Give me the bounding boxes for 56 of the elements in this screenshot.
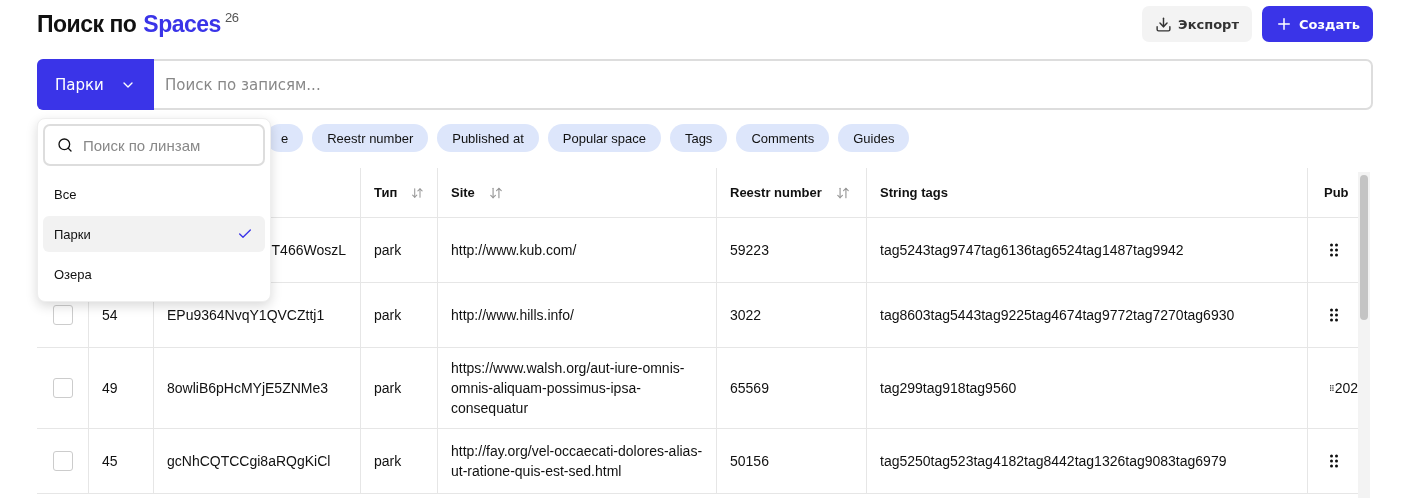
sort-icon[interactable] [411,185,424,200]
column-header[interactable]: Reestr number [716,168,866,218]
row-number: 49 [102,379,118,398]
table-cell-text: gcNhCQTCCgi8aRQgKiCl [167,452,331,471]
menu-item[interactable]: Все [43,176,265,212]
table-cell-text: 8owliB6pHcMYjE5ZNMe3 [167,379,329,398]
scrollbar[interactable] [1358,172,1370,498]
table-cell-text: tag5250tag523tag4182tag8442tag1326tag9083tag6979 [880,452,1227,471]
export-button[interactable]: Экспорт [1142,6,1252,42]
sort-icon[interactable] [835,185,850,200]
table-cell-text: park [374,306,402,325]
table-cell-text: http://www.kub.com/ [451,241,577,260]
search-icon [57,137,73,153]
column-chip[interactable]: Tags [669,124,728,152]
table-cell-text: tag5243tag9747tag6136tag6524tag1487tag9942 [880,241,1184,260]
download-icon [1155,15,1173,33]
column-chip[interactable]: Popular space [547,124,661,152]
column-header[interactable]: Site [437,168,716,218]
table-cell-text: T466WoszL [271,241,346,260]
page-title: Поиск по Spaces $^{26}$ [37,10,239,38]
table-cell-text: 3022 [730,306,762,325]
column-chip[interactable]: Reestr number [312,124,429,152]
table-cell-text: park [374,379,402,398]
menu-item[interactable]: Парки [43,216,265,252]
row-checkbox[interactable] [52,378,73,398]
drag-handle-icon[interactable] [1330,454,1338,468]
row-checkbox[interactable] [52,451,73,471]
table-cell-text: http://fay.org/vel-occaecati-dolores-alias-ut-ratione-quis-est-sed.html [451,442,703,481]
lens-search-field[interactable]: Поиск по линзам [43,124,265,166]
menu-item[interactable]: Озера [43,256,265,292]
column-chip[interactable]: Comments [736,124,830,152]
table-cell-text: 65569 [730,379,769,398]
column-header[interactable]: Тип [360,168,437,218]
table-cell-text: park [374,452,402,471]
count-label: 26 [224,10,239,24]
table-cell-text: EPu9364NvqY1QVCZttj1 [167,306,325,325]
row-number: 45 [102,452,118,471]
table-cell: 202 [1334,380,1358,396]
table-cell-text: http://www.hills.info/ [451,306,574,325]
sort-icon[interactable] [488,185,503,200]
row-checkbox[interactable] [52,305,73,325]
drag-handle-icon[interactable] [1330,243,1338,257]
row-number: 54 [102,306,118,325]
table-cell-text: https://www.walsh.org/aut-iure-omnis-omnis-aliquam-possimus-ipsa-consequatur [451,359,686,418]
search-field[interactable]: Парки Поиск по записям... [37,59,1373,110]
table-cell-text: park [374,241,402,260]
table-cell-text: 59223 [730,241,769,260]
table-cell-text: tag8603tag5443tag9225tag4674tag9772tag7270tag6930 [880,306,1235,325]
table-cell-text: tag299tag918tag9560 [880,379,1017,398]
create-button[interactable]: Создать [1261,6,1373,42]
drag-handle-icon[interactable] [1330,308,1338,322]
lens-dropdown[interactable]: Парки [37,59,154,110]
column-header[interactable]: String tags [866,168,1307,218]
column-chip[interactable]: Published at [437,124,539,152]
column-chip[interactable]: Guides [838,124,910,152]
table-cell-text: 50156 [730,452,769,471]
